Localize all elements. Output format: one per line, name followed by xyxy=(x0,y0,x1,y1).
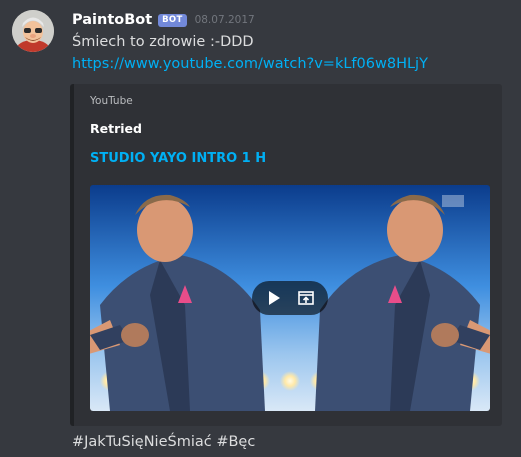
message-link[interactable]: https://www.youtube.com/watch?v=kLf06w8H… xyxy=(72,56,428,72)
video-controls xyxy=(252,281,328,315)
embed-author[interactable]: Retried xyxy=(90,121,142,136)
message-text: Śmiech to zdrowie :-DDD xyxy=(72,34,254,50)
timestamp: 08.07.2017 xyxy=(194,14,255,26)
embed-provider[interactable]: YouTube xyxy=(90,95,133,107)
video-thumbnail[interactable] xyxy=(90,185,490,411)
youtube-embed: YouTube Retried STUDIO YAYO INTRO 1 H xyxy=(70,84,502,426)
message-header: PaintoBot BOT 08.07.2017 xyxy=(72,10,255,30)
open-external-icon[interactable] xyxy=(295,287,317,309)
avatar[interactable] xyxy=(12,10,54,52)
username[interactable]: PaintoBot xyxy=(72,12,152,28)
chat-message: PaintoBot BOT 08.07.2017 Śmiech to zdrow… xyxy=(0,0,521,457)
play-icon[interactable] xyxy=(263,287,285,309)
message-hashtags: #JakTuSięNieŚmiać #Bęc xyxy=(72,434,256,450)
embed-title[interactable]: STUDIO YAYO INTRO 1 H xyxy=(90,151,266,166)
bot-badge: BOT xyxy=(158,13,187,27)
